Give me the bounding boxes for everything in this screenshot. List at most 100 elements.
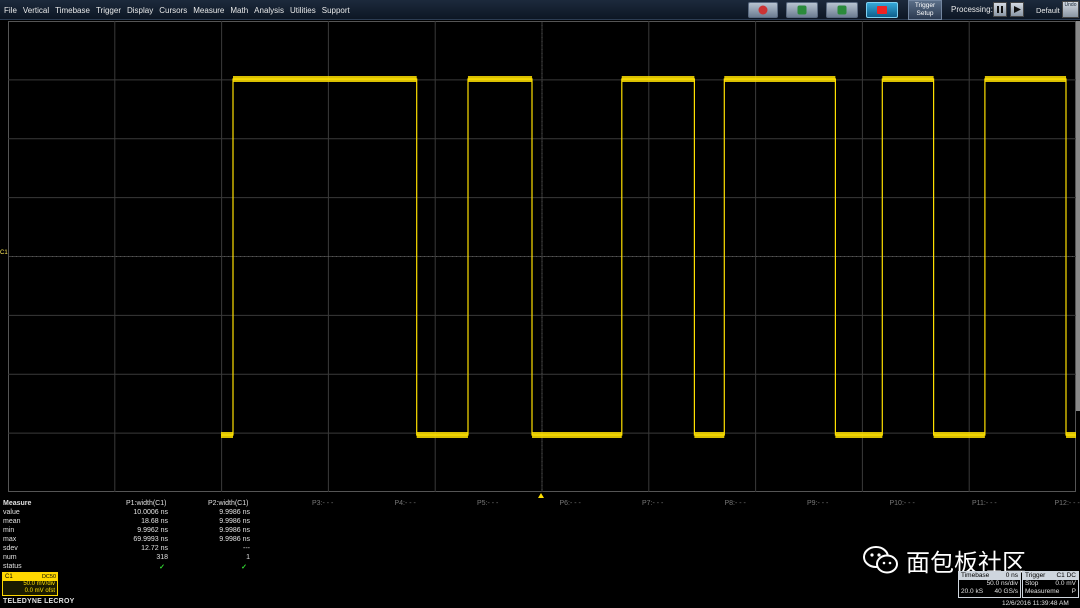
trigger-header: Trigger C1 DC (1023, 572, 1078, 580)
trigger-descriptor[interactable]: Trigger C1 DC Stop 0.0 mV Measureme P (1022, 571, 1079, 598)
normal-trigger-button[interactable] (826, 2, 858, 18)
trace-level-segment (416, 432, 468, 438)
trace-level-segment (724, 76, 836, 82)
measure-row-label-min: min (3, 527, 15, 534)
measure-title: Measure (3, 500, 32, 507)
trace-level-segment (1066, 432, 1076, 438)
param-8-header[interactable]: P8:- - - (725, 500, 746, 507)
date-time: 12/6/2016 11:39:48 AM (1002, 600, 1069, 607)
trace-level-segment (621, 76, 695, 82)
menu-measure[interactable]: Measure (193, 6, 224, 15)
trigger-slope: P (1071, 588, 1076, 595)
trigger-type: Measureme (1025, 588, 1060, 595)
timebase-delay: 0 ns (1005, 572, 1018, 579)
single-trigger-button[interactable] (786, 2, 818, 18)
param-1-min: 9.9962 ns (137, 527, 168, 534)
param-2-value: 9.9986 ns (219, 509, 250, 516)
param-1-value: 10.0006 ns (133, 509, 168, 516)
pause-button[interactable] (993, 2, 1007, 17)
menu-bar: File Vertical Timebase Trigger Display Cursor… (0, 0, 1080, 20)
menu-math[interactable]: Math (230, 6, 248, 15)
timebase-descriptor[interactable]: Timebase 0 ns 50.0 ns/div 20.0 kS 40 GS/… (958, 571, 1021, 598)
menu-vertical[interactable]: Vertical (23, 6, 49, 15)
trigger-line-1: Stop 0.0 mV (1023, 580, 1078, 588)
undo-button[interactable]: Undo (1062, 1, 1079, 18)
trigger-setup-label-2: Setup (916, 10, 934, 17)
param-2-status-icon: ✓ (241, 564, 247, 571)
undo-label: Undo (1064, 2, 1077, 8)
trigger-mode: Stop (1025, 580, 1039, 587)
trace-level-segment (233, 76, 417, 82)
stop-icon (877, 6, 887, 14)
menu-analysis[interactable]: Analysis (254, 6, 284, 15)
menu-file[interactable]: File (4, 6, 17, 15)
timebase-samples: 20.0 kS (961, 588, 984, 595)
trigger-line-2: Measureme P (1023, 588, 1078, 596)
brand-logo: TELEDYNE LECROY (3, 598, 75, 605)
param-10-header[interactable]: P10:- - - (890, 500, 915, 507)
timebase-line-2: 20.0 kS 40 GS/s (959, 588, 1020, 596)
param-1-num: 318 (156, 554, 168, 561)
measure-row-label-sdev: sdev (3, 545, 18, 552)
trace-level-segment (933, 432, 985, 438)
menu-items: File Vertical Timebase Trigger Display Cursor… (4, 0, 356, 20)
timebase-header: Timebase 0 ns (959, 572, 1020, 580)
menu-utilities[interactable]: Utilities (290, 6, 316, 15)
channel-header: C1 DC50 (3, 573, 57, 581)
param-1-max: 69.9993 ns (133, 536, 168, 543)
channel-1-descriptor[interactable]: C1 DC50 50.0 mV/div 0.0 mV ofst (2, 572, 58, 596)
menu-display[interactable]: Display (127, 6, 153, 15)
param-2-min: 9.9986 ns (219, 527, 250, 534)
menu-timebase[interactable]: Timebase (55, 6, 90, 15)
param-3-header[interactable]: P3:- - - (312, 500, 333, 507)
param-5-header[interactable]: P5:- - - (477, 500, 498, 507)
channel-vdiv: 50.0 mV/div (23, 581, 55, 587)
stop-button[interactable] (866, 2, 898, 18)
param-12-header[interactable]: P12:- - - (1055, 500, 1080, 507)
param-2-num: 1 (246, 554, 250, 561)
normal-icon (837, 5, 847, 15)
channel-offset: 0.0 mV ofst (24, 588, 55, 594)
wechat-icon (863, 546, 898, 574)
channel-coupling: DC50 (41, 574, 56, 580)
param-4-header[interactable]: P4:- - - (395, 500, 416, 507)
waveform-grid[interactable] (8, 21, 1076, 492)
channel-1-level-marker[interactable]: C1 (0, 250, 8, 256)
play-button[interactable] (1010, 2, 1024, 17)
menu-trigger[interactable]: Trigger (96, 6, 121, 15)
trigger-title: Trigger (1025, 572, 1046, 579)
param-1-header[interactable]: P1:width(C1) (126, 500, 166, 507)
param-1-status-icon: ✓ (159, 564, 165, 571)
trigger-setup-button[interactable]: Trigger Setup (908, 0, 942, 20)
auto-setup-icon (758, 5, 768, 15)
trigger-setup-label-1: Trigger (914, 2, 936, 9)
processing-label: Processing: (951, 5, 993, 14)
grid-svg (8, 21, 1076, 492)
measure-row-label-mean: mean (3, 518, 21, 525)
pause-icon (997, 6, 1003, 13)
vertical-scrollbar[interactable] (1076, 21, 1080, 411)
measure-row-label-value: value (3, 509, 20, 516)
timebase-title: Timebase (961, 572, 990, 579)
auto-setup-button[interactable] (748, 2, 778, 18)
param-1-mean: 18.68 ns (141, 518, 168, 525)
single-icon (797, 5, 807, 15)
timebase-line-1: 50.0 ns/div (959, 580, 1020, 588)
param-6-header[interactable]: P6:- - - (560, 500, 581, 507)
param-7-header[interactable]: P7:- - - (642, 500, 663, 507)
measure-row-label-status: status (3, 563, 22, 570)
param-1-sdev: 12.72 ns (141, 545, 168, 552)
trace-level-segment (467, 76, 533, 82)
trace-level-segment (221, 432, 233, 438)
param-9-header[interactable]: P9:- - - (807, 500, 828, 507)
channel-name: C1 (5, 574, 13, 580)
measure-row-label-num: num (3, 554, 17, 561)
play-icon (1014, 6, 1021, 13)
timebase-tdiv: 50.0 ns/div (986, 580, 1018, 587)
param-11-header[interactable]: P11:- - - (972, 500, 997, 507)
trace-level-segment (532, 432, 622, 438)
default-setup-button[interactable]: Default (1036, 6, 1060, 15)
param-2-header[interactable]: P2:width(C1) (208, 500, 248, 507)
menu-support[interactable]: Support (322, 6, 350, 15)
menu-cursors[interactable]: Cursors (159, 6, 187, 15)
